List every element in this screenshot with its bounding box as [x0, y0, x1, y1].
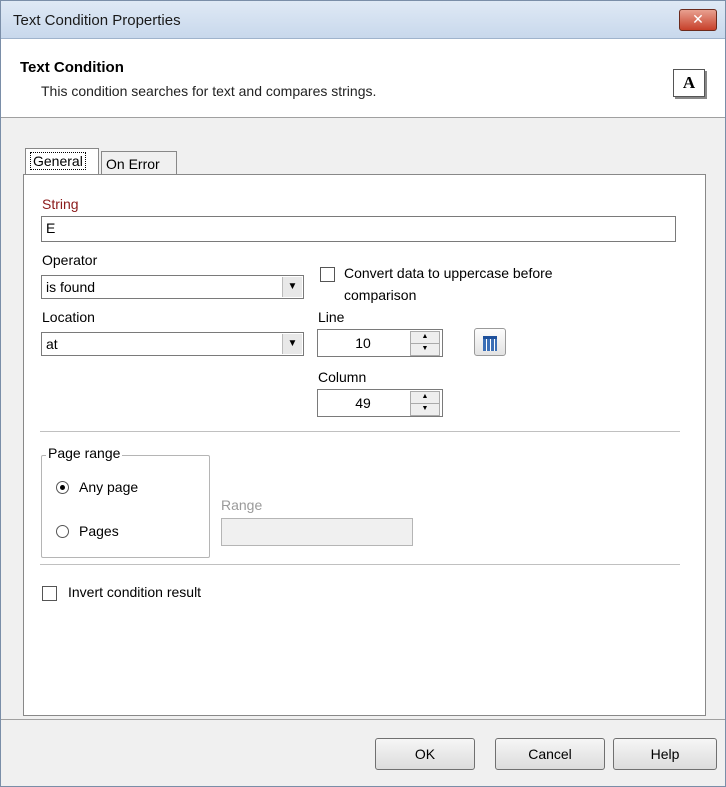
line-label: Line: [318, 309, 345, 325]
tab-general-label: General: [30, 152, 86, 170]
operator-dropdown[interactable]: is found ▼: [41, 275, 304, 299]
column-spin-buttons: ▲ ▼: [410, 391, 440, 416]
close-icon: ✕: [692, 11, 704, 27]
window-title: Text Condition Properties: [13, 12, 181, 29]
spin-down-icon[interactable]: ▼: [410, 343, 440, 356]
tab-general[interactable]: General: [25, 148, 99, 175]
column-stepper[interactable]: 49 ▲ ▼: [317, 389, 443, 417]
operator-value: is found: [46, 279, 96, 295]
help-button[interactable]: Help: [613, 738, 717, 770]
uppercase-checkbox[interactable]: [320, 267, 335, 282]
line-spin-buttons: ▲ ▼: [410, 331, 440, 356]
pages-label: Pages: [79, 523, 119, 539]
calendar-picker-button[interactable]: [474, 328, 506, 356]
tab-on-error-label: On Error: [106, 156, 160, 172]
any-page-radio[interactable]: [56, 481, 69, 494]
chevron-down-icon[interactable]: ▼: [282, 277, 302, 297]
invert-checkbox[interactable]: [42, 586, 57, 601]
range-input[interactable]: [221, 518, 413, 546]
dialog-header: Text Condition This condition searches f…: [1, 39, 725, 118]
general-panel: String E Operator is found ▼ Convert dat…: [23, 174, 706, 716]
grid-picker-icon: [483, 336, 497, 351]
tab-on-error[interactable]: On Error: [101, 151, 177, 175]
footer-divider: [1, 719, 725, 720]
operator-label: Operator: [42, 252, 98, 268]
location-label: Location: [42, 309, 95, 325]
divider: [40, 431, 680, 433]
line-value[interactable]: 10: [318, 330, 408, 356]
string-input[interactable]: E: [41, 216, 676, 242]
location-dropdown[interactable]: at ▼: [41, 332, 304, 356]
radio-selected-icon: [60, 485, 65, 490]
ok-button[interactable]: OK: [375, 738, 475, 770]
close-button[interactable]: ✕: [679, 9, 717, 31]
any-page-label: Any page: [79, 479, 139, 495]
cancel-button[interactable]: Cancel: [495, 738, 605, 770]
chevron-down-icon[interactable]: ▼: [282, 334, 302, 354]
invert-label: Invert condition result: [68, 584, 202, 600]
uppercase-label-continued: comparison: [344, 287, 417, 303]
page-range-label: Page range: [46, 445, 123, 461]
header-subtitle: This condition searches for text and com…: [41, 83, 377, 99]
dialog-window: Text Condition Properties ✕ Text Conditi…: [0, 0, 726, 787]
string-label: String: [42, 196, 79, 212]
pages-radio[interactable]: [56, 525, 69, 538]
header-title: Text Condition: [20, 59, 124, 76]
line-stepper[interactable]: 10 ▲ ▼: [317, 329, 443, 357]
title-bar[interactable]: Text Condition Properties ✕: [1, 1, 725, 39]
range-label: Range: [221, 497, 263, 513]
page-range-group: [41, 455, 210, 558]
spin-down-icon[interactable]: ▼: [410, 403, 440, 416]
uppercase-label: Convert data to uppercase before: [344, 265, 553, 281]
divider: [40, 564, 680, 566]
column-value[interactable]: 49: [318, 390, 408, 416]
location-value: at: [46, 336, 58, 352]
text-condition-icon: A: [673, 69, 705, 97]
column-label: Column: [318, 369, 367, 385]
